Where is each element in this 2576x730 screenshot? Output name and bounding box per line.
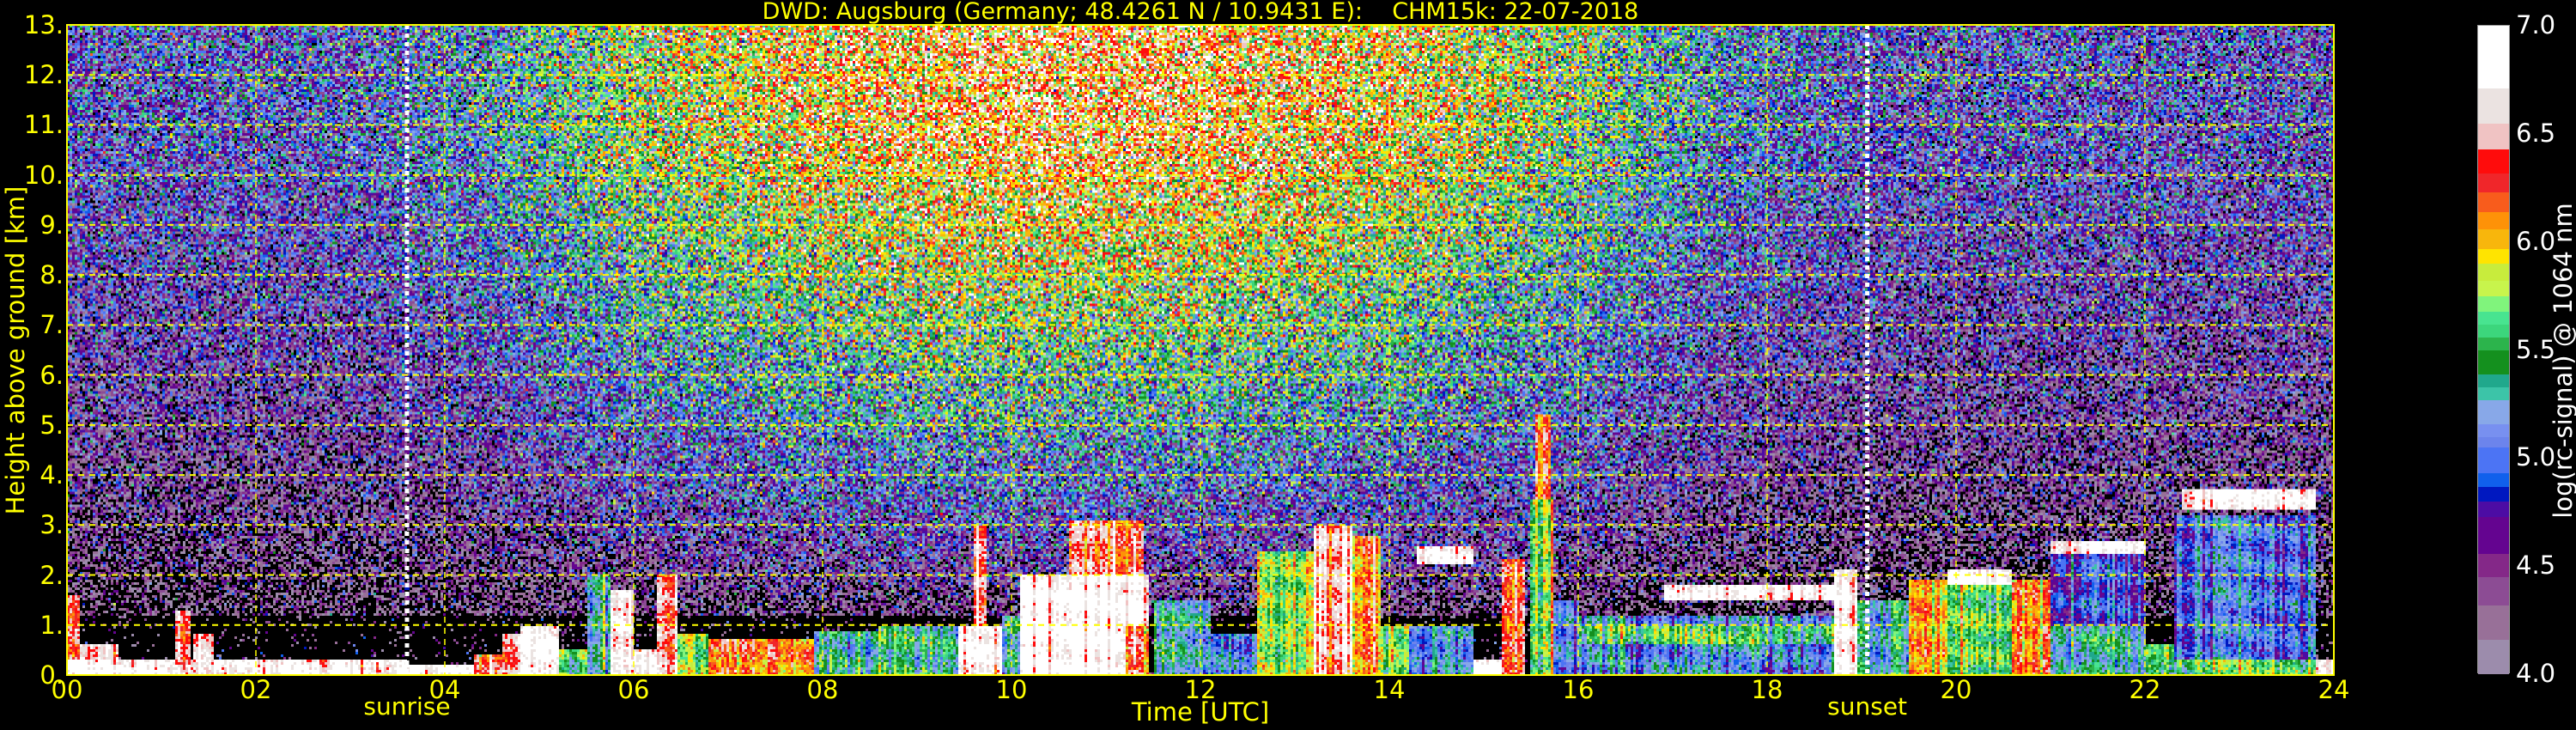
colorbar-segment — [2478, 553, 2509, 578]
x-tick-label: 20 — [1940, 675, 1972, 704]
colorbar-segment — [2478, 436, 2509, 448]
colorbar-segment — [2478, 88, 2509, 124]
colorbar-segment — [2478, 263, 2509, 282]
x-tick-label: 10 — [995, 675, 1028, 704]
colorbar-tick-label: 4.5 — [2516, 551, 2556, 581]
x-tick-label: 06 — [617, 675, 650, 704]
colorbar-tick-label: 7.0 — [2516, 10, 2556, 40]
plot-area — [66, 24, 2335, 676]
colorbar-segment — [2478, 228, 2509, 249]
colorbar-segment — [2478, 501, 2509, 517]
colorbar-segment — [2478, 605, 2509, 641]
colorbar-segment — [2478, 123, 2509, 149]
colorbar-segment — [2478, 173, 2509, 193]
x-tick-label: 00 — [51, 675, 83, 704]
colorbar-segment — [2478, 295, 2509, 312]
chart-title: DWD: Augsburg (Germany; 48.4261 N / 10.9… — [762, 0, 1639, 25]
colorbar-segment — [2478, 337, 2509, 350]
sunrise-label: sunrise — [363, 692, 451, 721]
y-tick-label: 6. — [39, 360, 64, 390]
x-tick-label: 02 — [240, 675, 272, 704]
x-tick-label: 18 — [1751, 675, 1783, 704]
y-tick-label: 2. — [39, 560, 64, 590]
colorbar-segment — [2478, 516, 2509, 554]
y-tick-label: 10. — [23, 160, 64, 190]
colorbar-segment — [2478, 149, 2509, 173]
colorbar-segment — [2478, 324, 2509, 338]
y-tick-label: 13. — [23, 10, 64, 40]
colorbar-segment — [2478, 311, 2509, 325]
x-tick-label: 08 — [806, 675, 839, 704]
x-tick-label: 14 — [1373, 675, 1406, 704]
x-tick-label: 16 — [1562, 675, 1595, 704]
y-tick-label: 3. — [39, 510, 64, 540]
sunset-label: sunset — [1827, 692, 1908, 721]
y-tick-label: 4. — [39, 460, 64, 490]
colorbar-segment — [2478, 386, 2509, 400]
colorbar-tick-label: 6.5 — [2516, 118, 2556, 148]
colorbar-segment — [2478, 423, 2509, 437]
colorbar-segment — [2478, 280, 2509, 297]
colorbar-segment — [2478, 639, 2509, 675]
y-tick-label: 11. — [23, 110, 64, 140]
colorbar-segment — [2478, 399, 2509, 424]
y-tick-label: 5. — [39, 410, 64, 440]
colorbar-segment — [2478, 192, 2509, 212]
colorbar-segment — [2478, 211, 2509, 230]
colorbar-segment — [2478, 374, 2509, 387]
colorbar-segment — [2478, 486, 2509, 502]
colorbar-segment — [2478, 447, 2509, 474]
x-tick-label: 22 — [2129, 675, 2161, 704]
colorbar-segment — [2478, 576, 2509, 605]
y-axis-label: Height above ground [km] — [1, 186, 30, 515]
y-tick-label: 7. — [39, 310, 64, 340]
colorbar — [2477, 25, 2510, 675]
colorbar-tick-label: 4.0 — [2516, 659, 2556, 688]
colorbar-segment — [2478, 350, 2509, 374]
y-tick-label: 8. — [39, 260, 64, 290]
colorbar-segment — [2478, 472, 2509, 487]
colorbar-label: log(rc-signal) @ 1064 nm — [2549, 203, 2576, 519]
y-tick-label: 1. — [39, 610, 64, 640]
colorbar-segment — [2478, 248, 2509, 265]
x-axis-label: Time [UTC] — [1131, 697, 1270, 727]
plot-overlay — [66, 24, 2335, 676]
x-tick-label: 24 — [2318, 675, 2350, 704]
colorbar-segment — [2478, 26, 2509, 89]
y-tick-label: 9. — [39, 210, 64, 240]
y-tick-label: 12. — [23, 60, 64, 90]
